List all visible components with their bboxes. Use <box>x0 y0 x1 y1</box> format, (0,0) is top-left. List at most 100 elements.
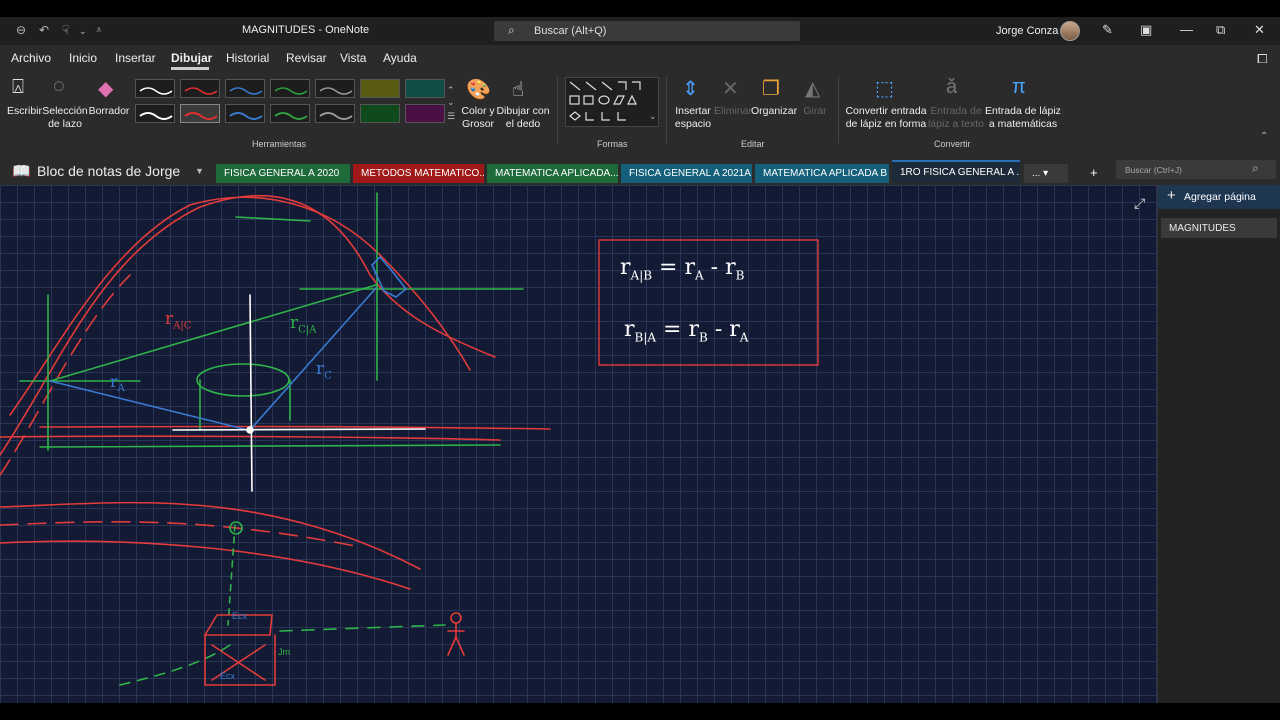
group-label-tools: Herramientas <box>252 139 307 149</box>
group-label-convert: Convertir <box>934 139 971 149</box>
menu-insertar[interactable]: Insertar <box>115 51 156 65</box>
equation-1[interactable]: rA|B = rA - rB <box>620 255 744 282</box>
delete-label: Eliminar <box>714 105 752 117</box>
label-r: r <box>110 372 118 391</box>
tab-section-0[interactable]: FISICA GENERAL A 2020 <box>216 164 350 183</box>
write-tool-label[interactable]: Escribir <box>7 105 42 118</box>
add-section-button[interactable]: + <box>1074 164 1114 183</box>
box-side-label[interactable]: Jm <box>278 647 290 657</box>
label-r: r <box>290 313 299 333</box>
tab-label: FISICA GENERAL A 2021A <box>629 168 751 179</box>
pen-icon[interactable]: ✎ <box>1102 22 1113 38</box>
rotate-label: Girar <box>803 105 827 117</box>
menu-inicio[interactable]: Inicio <box>69 51 97 65</box>
page-canvas[interactable]: rA|B = rA - rB rB|A = rB - rA rA|C rC|A … <box>0 185 1157 703</box>
collapse-ribbon-icon[interactable]: ⌃ <box>1260 131 1268 142</box>
user-name[interactable]: Jorge Conza <box>996 25 1058 37</box>
menu-ayuda[interactable]: Ayuda <box>383 51 417 65</box>
arrange-icon: ❐ <box>762 78 780 100</box>
label-r-c[interactable]: rC <box>316 359 332 381</box>
search-icon: ⌕ <box>1252 161 1259 175</box>
gallery-scroll-down-icon[interactable]: ⌄ <box>447 97 455 108</box>
pen-strokes-preview <box>139 87 353 120</box>
lasso-label[interactable]: Selección de lazo <box>42 105 88 131</box>
avatar[interactable] <box>1060 21 1080 41</box>
tab-section-1[interactable]: METODOS MATEMATICO... <box>353 164 484 183</box>
menu-historial[interactable]: Historial <box>226 51 269 65</box>
ink-to-math-label[interactable]: Entrada de lápiz a matemáticas <box>984 105 1062 131</box>
notebook-search-input[interactable]: Buscar (Ctrl+J) ⌕ <box>1116 160 1276 179</box>
chevron-down-icon[interactable]: ⌄ <box>79 26 87 37</box>
eq1-lhs-sub: A|B <box>630 268 653 283</box>
gallery-scroll-up-icon[interactable]: ⌃ <box>447 85 455 96</box>
tab-section-2[interactable]: MATEMATICA APLICADA... <box>487 164 618 183</box>
menu-dibujar[interactable]: Dibujar <box>171 51 212 65</box>
tab-section-5-active[interactable]: 1RO FISICA GENERAL A ... <box>892 160 1020 183</box>
ribbon-display-icon[interactable]: ▣ <box>1140 22 1152 38</box>
eraser-icon: ◆ <box>98 78 114 100</box>
notebook-dropdown-icon[interactable]: ▼ <box>195 166 204 176</box>
tab-more[interactable]: ... ▾ <box>1024 164 1068 183</box>
search-box[interactable]: ⌕ Buscar (Alt+Q) <box>494 21 800 41</box>
tab-section-3[interactable]: FISICA GENERAL A 2021A <box>621 164 752 183</box>
equation-2[interactable]: rB|A = rB - rA <box>624 317 748 344</box>
eraser-label[interactable]: Borrador <box>87 105 131 118</box>
separator <box>666 77 667 143</box>
menu-archivo[interactable]: Archivo <box>11 51 51 65</box>
tab-label: METODOS MATEMATICO... <box>361 168 484 179</box>
back-icon[interactable]: ⊖ <box>16 23 26 37</box>
box-bottom-label[interactable]: Ecx <box>220 671 235 681</box>
touch-mode-icon[interactable]: ☟ <box>62 23 69 37</box>
ink-to-shape-label[interactable]: Convertir entrada de lápiz en forma <box>844 105 928 131</box>
title-bar: ⊖ ↶ ☟ ⌄ ⩡ MAGNITUDES - OneNote ⌕ Buscar … <box>0 17 1280 45</box>
tab-label: FISICA GENERAL A 2020 <box>224 168 340 179</box>
add-page-label: Agregar página <box>1184 191 1256 203</box>
search-placeholder: Buscar (Alt+Q) <box>534 25 607 37</box>
arrange-label[interactable]: Organizar <box>751 105 797 118</box>
page-item-magnitudes[interactable]: MAGNITUDES <box>1161 218 1277 238</box>
color-label[interactable]: Color y Grosor <box>458 105 498 131</box>
tab-label: MATEMATICA APLICADA B <box>763 168 888 179</box>
ink-to-text-label: Entrada de lápiz a texto <box>927 105 985 130</box>
active-tab-indicator <box>171 67 209 70</box>
notebook-icon: 📖 <box>12 163 31 180</box>
shapes-gallery[interactable] <box>565 77 659 127</box>
box-top-label[interactable]: Ecx <box>232 611 247 621</box>
tab-section-4[interactable]: MATEMATICA APLICADA B <box>755 164 889 183</box>
delete-icon: ✕ <box>722 78 739 100</box>
sticky-notes-icon[interactable]: ⧠ <box>1257 51 1267 67</box>
plus-icon: + <box>1167 187 1176 204</box>
eq2-rhs-b: r <box>729 317 740 342</box>
search-icon: ⌕ <box>508 23 515 37</box>
eq2-lhs-sub: B|A <box>634 330 657 345</box>
tab-label: MATEMATICA APLICADA... <box>495 168 618 179</box>
eq1-rhs-a: r <box>684 255 696 280</box>
eq2-rhs-b-sub: A <box>739 330 749 345</box>
eq2-rhs-a: r <box>688 317 700 342</box>
ink-drawing[interactable] <box>0 185 1157 703</box>
restore-icon[interactable]: ⧉ <box>1216 22 1225 38</box>
add-page-button[interactable]: + Agregar página <box>1158 185 1280 209</box>
gallery-more-icon[interactable]: ☰ <box>447 111 455 122</box>
insert-space-label[interactable]: Insertar espacio <box>672 105 714 131</box>
label-sub: A|C <box>173 320 192 332</box>
notebook-name[interactable]: Bloc de notas de Jorge <box>37 163 180 179</box>
eq1-lhs: r <box>620 255 631 280</box>
menu-revisar[interactable]: Revisar <box>286 51 327 65</box>
finger-label[interactable]: Dibujar con el dedo <box>495 105 551 131</box>
customize-toolbar-icon[interactable]: ⩡ <box>96 25 102 36</box>
shapes-more-icon[interactable]: ⌄ <box>649 111 657 122</box>
ribbon: ⍓ Escribir ◌ Selección de lazo ◆ Borrado… <box>0 71 1280 150</box>
finger-draw-icon: ☝ <box>512 79 525 101</box>
expand-icon[interactable]: ⤢ <box>1134 195 1145 212</box>
label-r-ca[interactable]: rC|A <box>290 313 316 335</box>
label-sub: A <box>117 383 125 395</box>
close-icon[interactable]: ✕ <box>1254 22 1265 38</box>
chevron-down-icon: ▾ <box>1043 168 1049 179</box>
label-r-ac[interactable]: rA|C <box>165 309 191 331</box>
label-r-a[interactable]: rA <box>110 372 125 394</box>
menu-vista[interactable]: Vista <box>340 51 366 65</box>
undo-icon[interactable]: ↶ <box>39 23 49 37</box>
minimize-icon[interactable]: — <box>1180 22 1193 37</box>
window-title: MAGNITUDES - OneNote <box>242 24 370 36</box>
